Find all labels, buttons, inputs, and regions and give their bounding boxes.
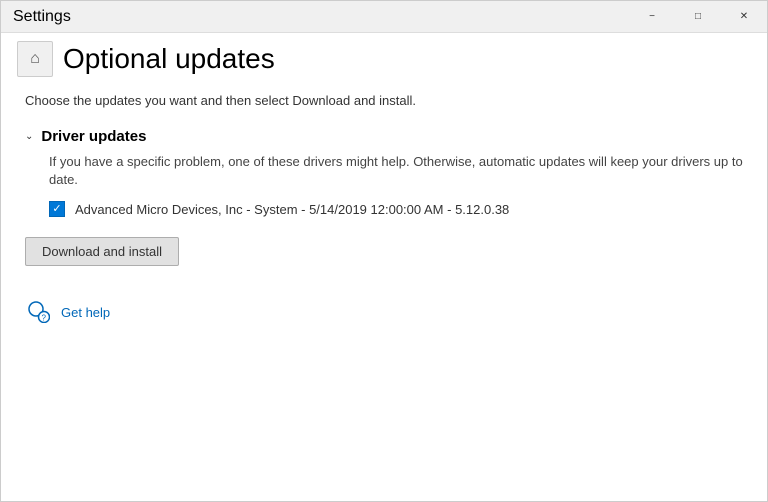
update-item: ✓ Advanced Micro Devices, Inc - System -… bbox=[49, 201, 743, 217]
home-button[interactable]: ⌂ bbox=[17, 41, 53, 77]
settings-window: Settings − □ ✕ ⌂ Optional updates Choose… bbox=[0, 0, 768, 502]
minimize-button[interactable]: − bbox=[629, 1, 675, 33]
close-button[interactable]: ✕ bbox=[721, 1, 767, 33]
driver-updates-section: ⌄ Driver updates If you have a specific … bbox=[25, 128, 743, 217]
help-icon: ? bbox=[25, 298, 53, 326]
chevron-down-icon: ⌄ bbox=[25, 131, 33, 142]
page-title: Optional updates bbox=[63, 43, 275, 75]
home-icon: ⌂ bbox=[30, 50, 40, 68]
title-bar-controls: − □ ✕ bbox=[629, 1, 767, 33]
update-label: Advanced Micro Devices, Inc - System - 5… bbox=[75, 202, 509, 217]
svg-text:?: ? bbox=[42, 314, 47, 323]
title-bar-title: Settings bbox=[13, 8, 71, 26]
get-help-link[interactable]: Get help bbox=[61, 305, 110, 320]
maximize-button[interactable]: □ bbox=[675, 1, 721, 33]
update-checkbox[interactable]: ✓ bbox=[49, 201, 65, 217]
title-bar-left: Settings bbox=[13, 8, 71, 26]
section-description: If you have a specific problem, one of t… bbox=[49, 153, 743, 189]
help-row: ? Get help bbox=[25, 298, 743, 326]
page-body: Choose the updates you want and then sel… bbox=[1, 85, 767, 501]
download-install-button[interactable]: Download and install bbox=[25, 237, 179, 266]
top-nav: ⌂ Optional updates bbox=[1, 33, 767, 85]
instruction-text: Choose the updates you want and then sel… bbox=[25, 93, 743, 108]
title-bar: Settings − □ ✕ bbox=[1, 1, 767, 33]
section-title: Driver updates bbox=[41, 128, 146, 145]
section-header[interactable]: ⌄ Driver updates bbox=[25, 128, 743, 145]
checkmark-icon: ✓ bbox=[52, 204, 61, 215]
